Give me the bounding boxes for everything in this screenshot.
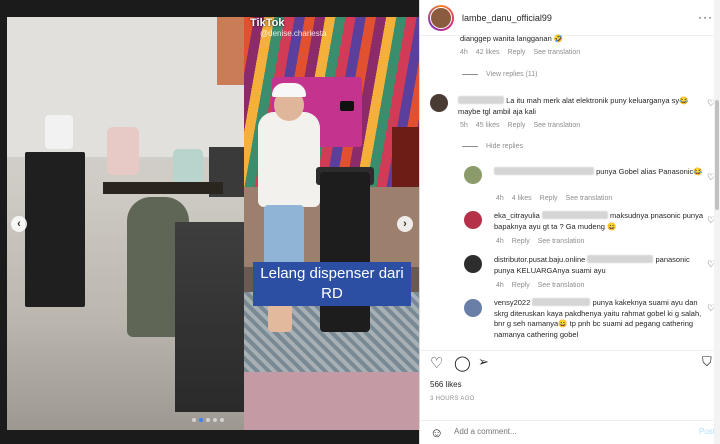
carousel-dot: [220, 418, 224, 422]
hide-replies-button[interactable]: Hide replies: [462, 143, 523, 150]
comment-age: 5h: [460, 122, 468, 129]
comment-age: 4h: [460, 49, 468, 56]
avatar[interactable]: [430, 94, 448, 112]
like-count[interactable]: 566 likes: [430, 380, 462, 389]
carousel-dot: [192, 418, 196, 422]
reply-username[interactable]: vensy2022: [494, 298, 530, 307]
reply-meta: 4h Reply See translation: [496, 238, 584, 245]
reply-meta: 4h Reply See translation: [496, 282, 584, 289]
action-bar: ♡ ◯ ➢ ⛉: [420, 350, 720, 374]
avatar[interactable]: [428, 4, 454, 31]
chevron-right-icon[interactable]: ›: [397, 216, 413, 232]
instagram-post-modal: TikTok @denise.chariesta Lelang dispense…: [0, 0, 720, 444]
reply-username[interactable]: distributor.pusat.baju.online: [494, 255, 585, 264]
reply-text: punya Gobel alias Panasonic😂: [596, 167, 703, 176]
comment-meta: 5h 45 likes Reply See translation: [460, 122, 580, 129]
reply-button[interactable]: Reply: [508, 122, 526, 129]
post-button[interactable]: Post: [699, 427, 715, 436]
comments-panel: lambe_danu_official99 ··· dianggep wanit…: [419, 0, 720, 444]
avatar[interactable]: [464, 211, 482, 229]
reply-age: 4h: [496, 195, 504, 202]
more-icon[interactable]: ···: [698, 10, 713, 24]
post-age: 3 HOURS AGO: [430, 396, 475, 402]
carousel-dot-active: [199, 418, 203, 422]
carousel-dot: [206, 418, 210, 422]
carousel-dot: [213, 418, 217, 422]
emoji-icon[interactable]: ☺: [430, 425, 443, 440]
bookmark-icon[interactable]: ⛉: [702, 354, 712, 370]
see-translation-button[interactable]: See translation: [533, 49, 580, 56]
reply-body: vensy2022 punya kakeknya suami ayu dan s…: [494, 298, 704, 340]
reply-body: distributor.pusat.baju.online panasonic …: [494, 255, 704, 276]
comment-icon[interactable]: ◯: [454, 354, 471, 372]
heart-icon[interactable]: ♡: [430, 354, 443, 372]
video-caption-overlay: Lelang dispenser dari RD: [253, 262, 411, 306]
see-translation-button[interactable]: See translation: [538, 282, 585, 289]
comment-input[interactable]: [454, 427, 684, 436]
reply-button[interactable]: Reply: [512, 238, 530, 245]
comment-body: La itu mah merk alat elektronik puny kel…: [458, 96, 696, 117]
post-username[interactable]: lambe_danu_official99: [462, 13, 552, 23]
reply-button[interactable]: Reply: [540, 195, 558, 202]
media-left-image: [7, 17, 244, 430]
reply-age: 4h: [496, 282, 504, 289]
view-replies-button[interactable]: View replies (11): [462, 71, 538, 78]
comment-likes[interactable]: 45 likes: [476, 122, 500, 129]
avatar[interactable]: [464, 255, 482, 273]
paper-plane-icon[interactable]: ➢: [478, 354, 489, 370]
tiktok-username: @denise.chariesta: [260, 29, 327, 38]
post-media: TikTok @denise.chariesta Lelang dispense…: [0, 0, 419, 444]
reply-button[interactable]: Reply: [512, 282, 530, 289]
reply-button[interactable]: Reply: [508, 49, 526, 56]
add-comment-bar: ☺ Post: [420, 420, 720, 444]
comment-likes[interactable]: 42 likes: [476, 49, 500, 56]
see-translation-button[interactable]: See translation: [566, 195, 613, 202]
reply-meta: 4h 4 likes Reply See translation: [496, 195, 612, 202]
post-header: lambe_danu_official99 ···: [420, 0, 720, 36]
comments-scrollbar[interactable]: [714, 0, 720, 444]
carousel-dots: [192, 418, 224, 422]
see-translation-button[interactable]: See translation: [533, 122, 580, 129]
see-translation-button[interactable]: See translation: [538, 238, 585, 245]
comment-text: dianggep wanita langganan 🤣: [460, 34, 564, 43]
chevron-left-icon[interactable]: ‹: [11, 216, 27, 232]
reply-username[interactable]: eka_citrayulia: [494, 211, 540, 220]
media-right-image: [244, 17, 419, 430]
tiktok-logo: TikTok: [250, 17, 285, 29]
reply-body: punya Gobel alias Panasonic😂: [494, 167, 704, 178]
reply-body: eka_citrayulia maksudnya pnasonic punya …: [494, 211, 704, 232]
reply-likes[interactable]: 4 likes: [512, 195, 532, 202]
avatar[interactable]: [464, 166, 482, 184]
comment-meta: 4h 42 likes Reply See translation: [460, 49, 580, 56]
reply-age: 4h: [496, 238, 504, 245]
avatar[interactable]: [464, 299, 482, 317]
